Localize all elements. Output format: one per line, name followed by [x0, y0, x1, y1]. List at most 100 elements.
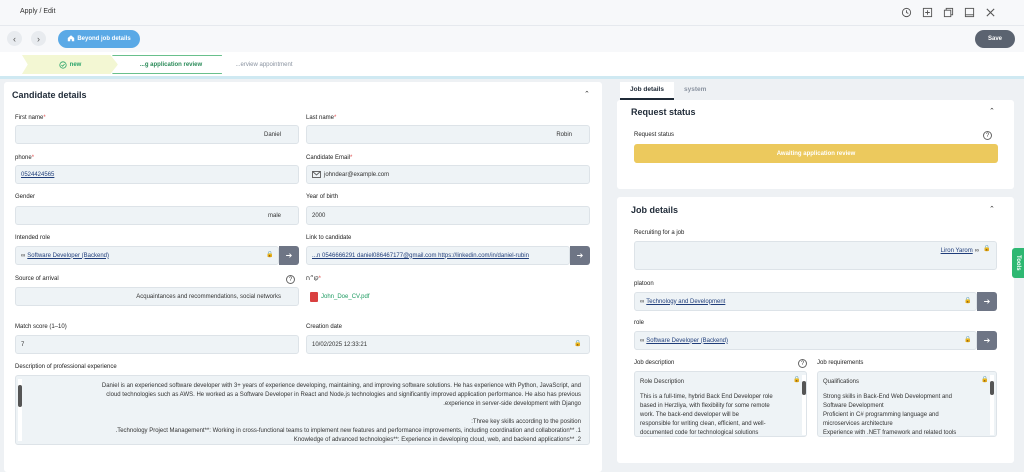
job-description-scroll-thumb[interactable] — [802, 381, 806, 395]
candidate-link-field[interactable]: ...n 0546666291 daniel086467177@gmail.co… — [306, 246, 570, 265]
cv-label: קו״ח* — [306, 276, 322, 282]
gender-field[interactable]: male — [15, 206, 299, 225]
link-label: Link to candidate — [306, 235, 352, 241]
job-description-scrollbar[interactable] — [802, 375, 806, 435]
role-value[interactable]: Software Developer (Backend) — [646, 338, 728, 344]
job-desc-line: based in Herzliya, with flexibility for … — [640, 403, 770, 409]
lock-icon: 🔒 — [793, 377, 801, 383]
forward-button[interactable]: › — [31, 31, 46, 46]
candidate-link-open-button[interactable]: ➔ — [570, 246, 590, 265]
beyond-job-details-button[interactable]: Beyond job details — [58, 30, 140, 48]
job-requirements-scrollbar[interactable] — [990, 375, 994, 435]
lock-icon: 🔒 — [964, 298, 972, 304]
step-application-review-label: ...g application review — [139, 61, 203, 68]
intended-role-open-button[interactable]: ➔ — [279, 246, 299, 265]
source-value: Acquaintances and recommendations, socia… — [136, 293, 281, 300]
match-score-value: 7 — [21, 341, 25, 348]
help-icon[interactable]: ? — [798, 359, 807, 368]
phone-field[interactable]: 0524424565 — [15, 165, 299, 184]
email-field[interactable]: johndear@example.com — [306, 165, 590, 184]
job-requirements-scroll-thumb[interactable] — [990, 381, 994, 395]
job-desc-line: responsible for writing clean, efficient… — [640, 421, 766, 427]
platoon-value[interactable]: Technology and Development — [646, 299, 725, 305]
arrow-right-icon: ➔ — [983, 336, 991, 345]
link-icon: ∞ — [640, 337, 645, 344]
tab-system[interactable]: system — [674, 82, 716, 100]
yob-field[interactable]: 2000 — [306, 206, 590, 225]
back-button[interactable]: ‹ — [7, 31, 22, 46]
candidate-link-value[interactable]: ...n 0546666291 daniel086467177@gmail.co… — [312, 253, 529, 259]
last-name-value: Robin — [556, 131, 572, 138]
job-desc-line: work. The back-end developer will be — [640, 412, 739, 418]
match-score-label: Match score (1–10) — [15, 324, 67, 330]
role-open-button[interactable]: ➔ — [977, 331, 997, 350]
mail-icon — [312, 171, 321, 178]
lock-icon: 🔒 — [981, 377, 989, 383]
job-requirements-label: Job requirements — [817, 360, 864, 366]
top-bar: Apply / Edit — [0, 0, 1024, 25]
collapse-chevron-icon[interactable]: ⌃ — [584, 90, 590, 98]
phone-value[interactable]: 0524424565 — [21, 172, 54, 178]
cv-file-link[interactable]: John_Doe_CV.pdf — [310, 292, 369, 302]
collapse-chevron-icon[interactable]: ⌃ — [989, 107, 995, 115]
platoon-label: platoon — [634, 281, 654, 287]
help-icon[interactable]: ? — [983, 131, 992, 140]
job-req-line: Strong skills in Back-End Web Developmen… — [823, 394, 952, 400]
step-interview-appointment[interactable]: ...erview appointment — [222, 55, 306, 74]
match-score-field[interactable]: 7 — [15, 335, 299, 354]
last-name-label: Last name* — [306, 115, 337, 121]
save-button[interactable]: Save — [975, 30, 1015, 48]
desc-line: .experience in server-side development w… — [443, 401, 581, 407]
job-requirements-field[interactable]: Qualifications Strong skills in Back-End… — [817, 371, 997, 437]
gender-value: male — [267, 212, 281, 219]
recruiter-value[interactable]: Liron Yarom — [941, 248, 973, 254]
role-label: role — [634, 320, 645, 326]
creation-date-value: 10/02/2025 12:33:21 — [312, 341, 368, 348]
close-icon[interactable] — [984, 6, 996, 18]
request-status-title: Request status — [631, 107, 696, 117]
job-req-line: Software Development — [823, 403, 884, 409]
gender-label: Gender — [15, 194, 36, 200]
job-description-label: Job description — [634, 360, 675, 366]
first-name-value: Daniel — [263, 131, 281, 138]
intended-role-value[interactable]: Software Developer (Backend) — [27, 253, 109, 259]
status-stepper: new ...g application review ...erview ap… — [0, 52, 1024, 79]
recruiting-field[interactable]: Liron Yarom ∞ — [634, 241, 997, 270]
platoon-field[interactable]: ∞ Technology and Development — [634, 292, 977, 311]
experience-description-label: Description of professional experience — [15, 364, 117, 370]
creation-date-label: Creation date — [306, 324, 343, 330]
step-new-label: new — [69, 61, 82, 68]
desc-line — [30, 409, 581, 418]
first-name-label: First name* — [15, 115, 46, 121]
step-new[interactable]: new — [22, 55, 118, 74]
help-icon[interactable]: ? — [286, 275, 295, 284]
source-field[interactable]: Acquaintances and recommendations, socia… — [15, 287, 299, 306]
last-name-field[interactable]: Robin — [306, 125, 590, 144]
step-application-review[interactable]: ...g application review — [112, 55, 230, 74]
creation-date-field: 10/02/2025 12:33:21 — [306, 335, 590, 354]
link-icon: ∞ — [21, 252, 26, 259]
lock-icon: 🔒 — [266, 252, 274, 258]
step-interview-label: ...erview appointment — [235, 61, 293, 68]
tab-job-details[interactable]: Job details — [620, 82, 674, 100]
pdf-file-icon — [310, 292, 318, 302]
add-square-icon[interactable] — [921, 6, 933, 18]
first-name-field[interactable]: Daniel — [15, 125, 299, 144]
check-circle-icon — [59, 60, 67, 69]
intended-role-field[interactable]: ∞ Software Developer (Backend) — [15, 246, 279, 265]
tools-side-tab[interactable]: Tools — [1012, 248, 1024, 278]
job-description-field[interactable]: Role Description This is a full-time, hy… — [634, 371, 807, 437]
platoon-open-button[interactable]: ➔ — [977, 292, 997, 311]
copy-icon[interactable] — [942, 6, 954, 18]
arrow-right-icon: ➔ — [285, 251, 293, 260]
history-icon[interactable] — [900, 6, 912, 18]
collapse-chevron-icon[interactable]: ⌃ — [989, 205, 995, 213]
window-icon[interactable] — [963, 6, 975, 18]
description-scrollbar[interactable] — [18, 379, 22, 441]
job-req-line: Proficient in C# programming language an… — [823, 412, 939, 418]
description-scroll-thumb[interactable] — [18, 385, 22, 407]
email-value: johndear@example.com — [324, 171, 390, 178]
experience-description-field[interactable]: Daniel is an experienced software develo… — [15, 375, 590, 445]
role-field[interactable]: ∞ Software Developer (Backend) — [634, 331, 977, 350]
chevron-right-icon: › — [37, 33, 40, 44]
